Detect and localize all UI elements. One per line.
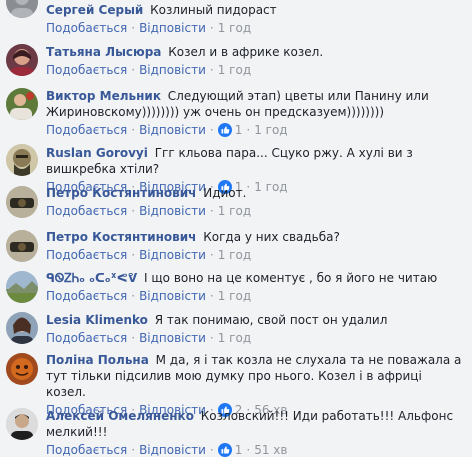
like-button[interactable]: Подобається [46, 21, 127, 35]
avatar[interactable] [6, 312, 38, 344]
comment-text-line: Алексей Омеляненко Козловский!!! Иди раб… [46, 408, 464, 440]
comment-actions: Подобається · Відповісти · 1 год [46, 331, 464, 345]
separator: · [131, 204, 136, 218]
reply-button[interactable]: Відповісти [139, 443, 206, 457]
separator: · [209, 204, 214, 218]
avatar[interactable] [6, 0, 38, 18]
comment-actions: Подобається · Відповісти · 1 · 1 год [46, 123, 464, 137]
comment-time[interactable]: 1 год [218, 63, 251, 77]
comment-actions: Подобається · Відповісти · 1 год [46, 21, 464, 35]
comment-text-line: Ruslan Gorovyi Ггг кльова пара... Сцуко … [46, 145, 464, 177]
avatar[interactable] [6, 353, 38, 385]
avatar[interactable] [6, 144, 38, 176]
comment-text-line: Lesia Klimenko Я так понимаю, свой пост … [46, 312, 464, 328]
like-button[interactable]: Подобається [46, 204, 127, 218]
separator: · [131, 248, 136, 262]
avatar[interactable] [6, 186, 38, 218]
comment-text-line: Петро Костянтинович Идиот. [46, 185, 464, 201]
reply-button[interactable]: Відповісти [139, 63, 206, 77]
comment-text: І що воно на це коментує , бо я його не … [144, 271, 438, 285]
avatar[interactable] [6, 408, 38, 440]
avatar[interactable] [6, 44, 38, 76]
reactions[interactable]: 1 [217, 443, 243, 457]
comment-author[interactable]: Виктор Мельник [46, 89, 161, 103]
reply-button[interactable]: Відповісти [139, 21, 206, 35]
separator: · [209, 289, 214, 303]
comment-time[interactable]: 1 год [218, 331, 251, 345]
separator: · [209, 63, 214, 77]
thumbs-up-icon [217, 443, 232, 457]
separator: · [209, 331, 214, 345]
reply-button[interactable]: Відповісти [139, 123, 206, 137]
reaction-count: 1 [234, 443, 243, 457]
separator: · [246, 443, 251, 457]
reactions[interactable]: 1 [217, 123, 243, 137]
comment-author[interactable]: Lesia Klimenko [46, 313, 148, 327]
like-button[interactable]: Подобається [46, 63, 127, 77]
comment-author[interactable]: Петро Костянтинович [46, 230, 196, 244]
comment-text: Когда у них свадьба? [203, 230, 340, 244]
comment-author[interactable]: Татьяна Лысюра [46, 45, 161, 59]
separator: · [131, 21, 136, 35]
comment-text-line: Сергей Серый Козлиный пидораст [46, 2, 464, 18]
comment-text-line: ᑫᏫᏃᏂₒ ₒᑕₒᕁᕙᕓ І що воно на це коментує , … [46, 270, 464, 286]
comment-time[interactable]: 1 год [218, 248, 251, 262]
comment-actions: Подобається · Відповісти · 1 год [46, 204, 464, 218]
comments-list: Сергей Серый Козлиный пидораст Подобаєть… [0, 0, 472, 457]
comment-text-line: Петро Костянтинович Когда у них свадьба? [46, 229, 464, 245]
separator: · [131, 123, 136, 137]
comment-time[interactable]: 1 год [218, 204, 251, 218]
reply-button[interactable]: Відповісти [139, 289, 206, 303]
like-button[interactable]: Подобається [46, 123, 127, 137]
comment-author[interactable]: Ruslan Gorovyi [46, 146, 148, 160]
like-button[interactable]: Подобається [46, 248, 127, 262]
comment-text-line: Виктор Мельник Следующий этап) цветы или… [46, 88, 464, 120]
comment-author[interactable]: Алексей Омеляненко [46, 409, 194, 423]
comment-text: Козлиный пидораст [150, 3, 277, 17]
separator: · [209, 21, 214, 35]
comment-actions: Подобається · Відповісти · 1 · 51 хв [46, 443, 464, 457]
like-button[interactable]: Подобається [46, 443, 127, 457]
separator: · [131, 289, 136, 303]
comment-time[interactable]: 1 год [218, 289, 251, 303]
comment-time[interactable]: 51 хв [254, 443, 287, 457]
separator: · [131, 63, 136, 77]
separator: · [209, 248, 214, 262]
comment-actions: Подобається · Відповісти · 1 год [46, 63, 464, 77]
comment-text: Я так понимаю, свой пост он удалил [154, 313, 388, 327]
reaction-count: 1 [234, 123, 243, 137]
comment-text-line: Поліна Польна М да, я і так козла не слу… [46, 352, 464, 400]
comment-author[interactable]: Сергей Серый [46, 3, 143, 17]
comment-text-line: Татьяна Лысюра Козел и в африке козел. [46, 44, 464, 60]
separator: · [131, 443, 136, 457]
like-button[interactable]: Подобається [46, 289, 127, 303]
thumbs-up-icon [217, 123, 232, 137]
comment-author[interactable]: Поліна Польна [46, 353, 149, 367]
comment-text: Козел и в африке козел. [168, 45, 324, 59]
separator: · [246, 123, 251, 137]
avatar[interactable] [6, 230, 38, 262]
comment-text: Идиот. [203, 186, 247, 200]
reply-button[interactable]: Відповісти [139, 204, 206, 218]
comment-actions: Подобається · Відповісти · 1 год [46, 289, 464, 303]
avatar[interactable] [6, 271, 38, 303]
avatar[interactable] [6, 88, 38, 120]
separator: · [209, 443, 214, 457]
comment-actions: Подобається · Відповісти · 1 год [46, 248, 464, 262]
comment-author[interactable]: Петро Костянтинович [46, 186, 196, 200]
separator: · [131, 331, 136, 345]
reply-button[interactable]: Відповісти [139, 248, 206, 262]
comment-time[interactable]: 1 год [218, 21, 251, 35]
reply-button[interactable]: Відповісти [139, 331, 206, 345]
comment-time[interactable]: 1 год [254, 123, 287, 137]
separator: · [209, 123, 214, 137]
comment-author[interactable]: ᑫᏫᏃᏂₒ ₒᑕₒᕁᕙᕓ [46, 271, 137, 285]
like-button[interactable]: Подобається [46, 331, 127, 345]
